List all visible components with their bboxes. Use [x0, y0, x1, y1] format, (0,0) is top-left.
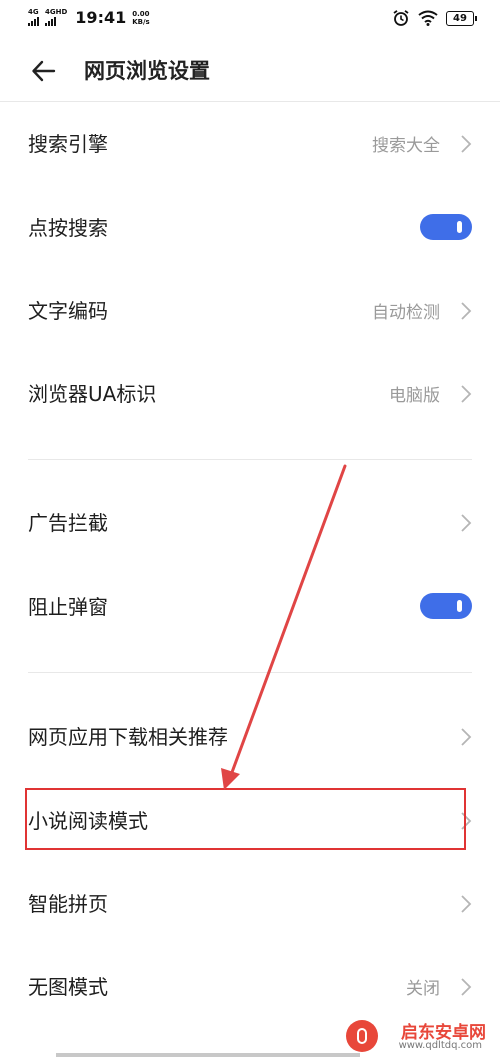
setting-label: 文字编码	[28, 299, 108, 323]
setting-text-encoding[interactable]: 文字编码 自动检测	[0, 279, 500, 343]
chevron-right-icon	[461, 728, 472, 746]
setting-value: 电脑版	[389, 386, 440, 406]
chevron-right-icon	[461, 978, 472, 996]
back-arrow-icon[interactable]	[30, 57, 58, 85]
header-divider	[0, 101, 500, 102]
setting-tap-search: 点按搜索	[0, 196, 500, 260]
setting-value: 搜索大全	[372, 136, 440, 156]
setting-label: 广告拦截	[28, 511, 108, 535]
setting-label: 无图模式	[28, 975, 108, 999]
annotation-highlight-box	[25, 788, 466, 850]
section-divider-1	[28, 459, 472, 460]
setting-label: 浏览器UA标识	[28, 382, 157, 406]
battery-icon: 49	[446, 10, 477, 26]
alarm-icon	[393, 10, 409, 26]
setting-value: 自动检测	[372, 303, 440, 323]
tap-search-toggle[interactable]	[420, 214, 472, 240]
signal-2-icon: 4GHD	[45, 9, 67, 26]
setting-value: 关闭	[406, 979, 440, 999]
setting-label: 搜索引擎	[28, 132, 108, 156]
setting-ad-block[interactable]: 广告拦截	[0, 491, 500, 555]
chevron-right-icon	[461, 302, 472, 320]
wifi-icon	[418, 10, 438, 26]
network-speed: 0.00 KB/s	[132, 10, 149, 26]
setting-no-image-mode[interactable]: 无图模式 关闭	[0, 955, 500, 1019]
setting-ua[interactable]: 浏览器UA标识 电脑版	[0, 362, 500, 426]
chevron-right-icon	[461, 895, 472, 913]
title-bar: 网页浏览设置	[0, 45, 500, 97]
setting-label: 点按搜索	[28, 216, 108, 240]
setting-label: 智能拼页	[28, 892, 108, 916]
chevron-right-icon	[461, 514, 472, 532]
setting-label: 网页应用下载相关推荐	[28, 725, 228, 749]
setting-search-engine[interactable]: 搜索引擎 搜索大全	[0, 112, 500, 176]
setting-app-download-recommend[interactable]: 网页应用下载相关推荐	[0, 705, 500, 769]
status-right: 49	[392, 9, 477, 27]
watermark-logo-icon	[346, 1020, 378, 1052]
clock: 19:41	[75, 8, 127, 27]
page-title: 网页浏览设置	[84, 59, 210, 83]
setting-smart-paging[interactable]: 智能拼页	[0, 872, 500, 936]
watermark-url: www.qdltdq.com	[398, 1040, 482, 1051]
setting-label: 阻止弹窗	[28, 595, 108, 619]
chevron-right-icon	[461, 385, 472, 403]
status-bar: 4G 4GHD 19:41 0.00 KB/s 49	[0, 0, 500, 40]
setting-block-popup: 阻止弹窗	[0, 575, 500, 639]
status-left: 4G 4GHD 19:41 0.00 KB/s	[28, 8, 150, 27]
section-divider-2	[28, 672, 472, 673]
network-type-1: 4G	[28, 8, 39, 16]
signal-1-icon: 4G	[28, 9, 39, 26]
speed-value: 0.00	[132, 9, 150, 18]
chevron-right-icon	[461, 135, 472, 153]
block-popup-toggle[interactable]	[420, 593, 472, 619]
speed-unit: KB/s	[132, 17, 150, 26]
network-type-2: 4GHD	[45, 8, 68, 16]
bottom-edge	[56, 1053, 360, 1057]
